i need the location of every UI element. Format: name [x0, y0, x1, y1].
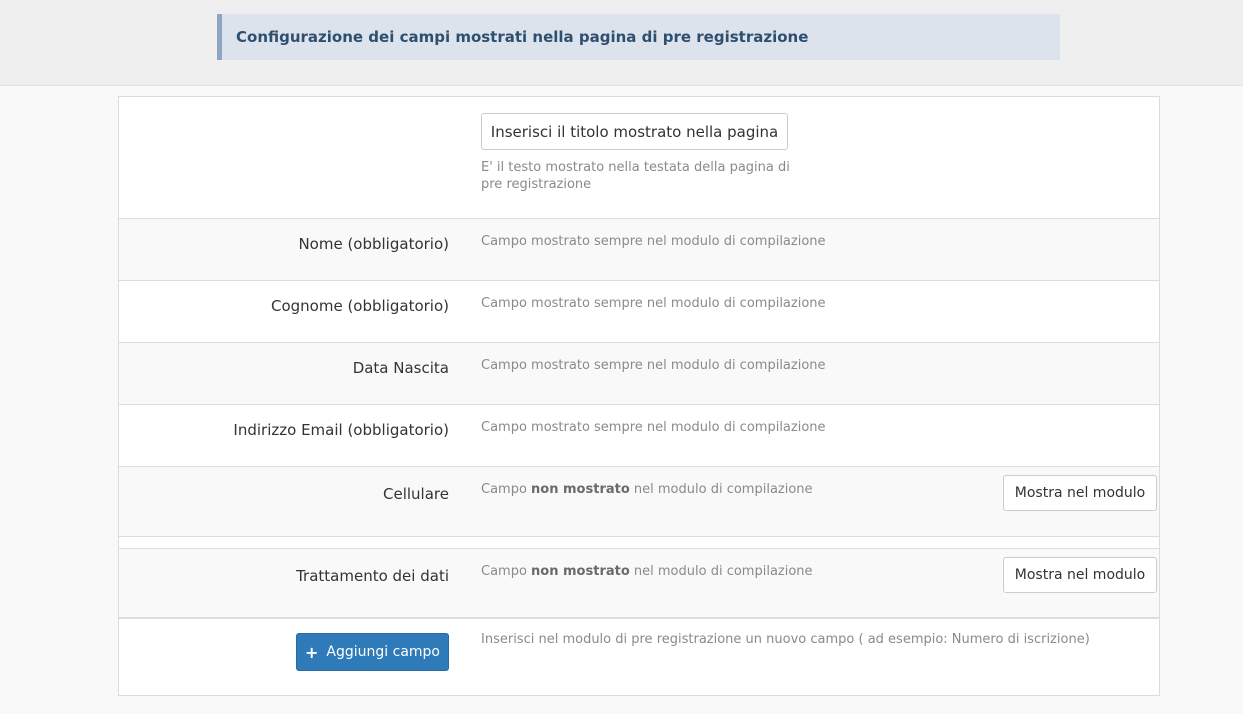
field-desc: Campo mostrato sempre nel modulo di comp… — [481, 234, 826, 249]
field-desc: Campo non mostrato nel modulo di compila… — [481, 564, 813, 579]
field-row-data-nascita: Data Nascita Campo mostrato sempre nel m… — [119, 343, 1159, 405]
field-row-email: Indirizzo Email (obbligatorio) Campo mos… — [119, 405, 1159, 467]
field-desc: Campo mostrato sempre nel modulo di comp… — [481, 296, 826, 311]
show-in-form-button-cellulare[interactable]: Mostra nel modulo — [1003, 475, 1157, 511]
field-desc: Campo mostrato sempre nel modulo di comp… — [481, 358, 826, 373]
desc-text: Campo — [481, 564, 532, 579]
field-label: Trattamento dei dati — [296, 567, 449, 585]
row-spacer — [119, 537, 1159, 549]
field-label: Data Nascita — [352, 359, 449, 377]
title-row: Inserisci il titolo mostrato nella pagin… — [119, 97, 1159, 219]
desc-text: nel modulo di compilazione — [629, 564, 813, 579]
field-desc: Campo non mostrato nel modulo di compila… — [481, 482, 813, 497]
field-label: Cognome (obbligatorio) — [270, 297, 449, 315]
plus-icon: + — [305, 642, 319, 662]
add-field-row: + Aggiungi campo Inserisci nel modulo di… — [119, 619, 1159, 695]
field-label: Indirizzo Email (obbligatorio) — [233, 421, 449, 439]
field-label: Nome (obbligatorio) — [298, 235, 449, 253]
title-help-text: E' il testo mostrato nella testata della… — [481, 160, 790, 192]
insert-title-button[interactable]: Inserisci il titolo mostrato nella pagin… — [481, 113, 788, 150]
show-in-form-button-trattamento[interactable]: Mostra nel modulo — [1003, 557, 1157, 593]
field-desc: Campo mostrato sempre nel modulo di comp… — [481, 420, 826, 435]
desc-text: Campo — [481, 482, 532, 497]
desc-text: nel modulo di compilazione — [629, 482, 813, 497]
add-field-label: Aggiungi campo — [326, 644, 440, 660]
field-row-trattamento: Trattamento dei dati Campo non mostrato … — [119, 549, 1159, 619]
add-field-desc: Inserisci nel modulo di pre registrazion… — [481, 632, 1090, 647]
desc-bold: non mostrato — [531, 482, 630, 497]
field-row-cellulare: Cellulare Campo non mostrato nel modulo … — [119, 467, 1159, 537]
field-label: Cellulare — [383, 485, 449, 503]
field-row-nome: Nome (obbligatorio) Campo mostrato sempr… — [119, 219, 1159, 281]
desc-bold: non mostrato — [531, 564, 630, 579]
add-field-button[interactable]: + Aggiungi campo — [296, 633, 449, 671]
section-header: Configurazione dei campi mostrati nella … — [217, 14, 1060, 60]
section-title: Configurazione dei campi mostrati nella … — [236, 28, 809, 46]
config-panel: Inserisci il titolo mostrato nella pagin… — [118, 96, 1160, 696]
field-row-cognome: Cognome (obbligatorio) Campo mostrato se… — [119, 281, 1159, 343]
